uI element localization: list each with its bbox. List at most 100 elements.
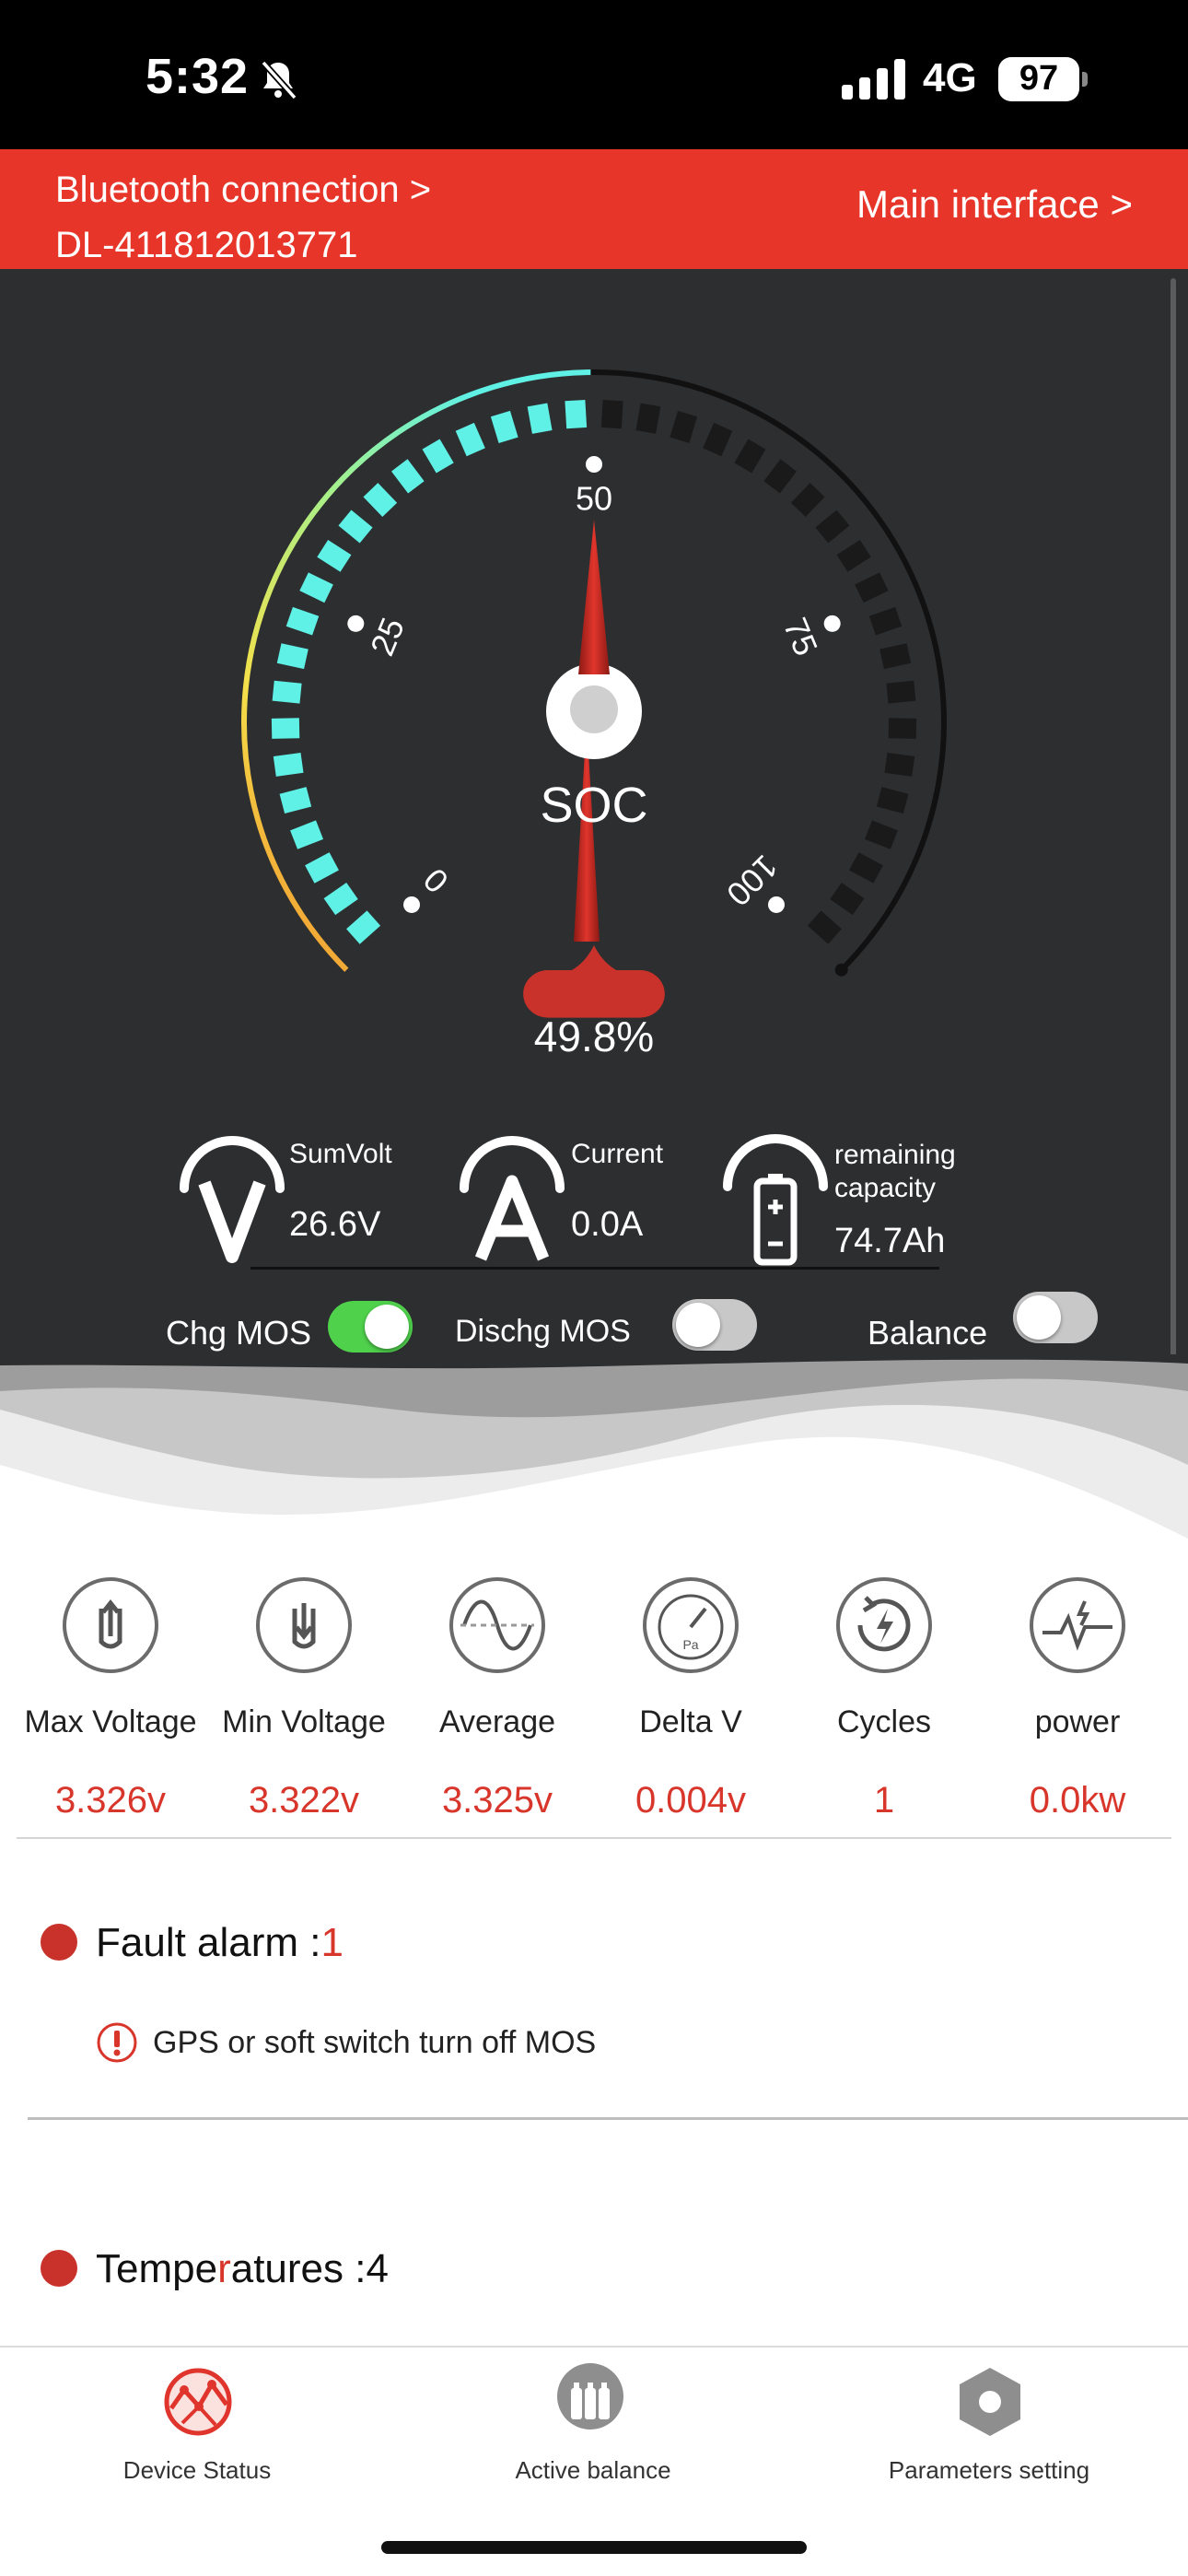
max-voltage-icon: [63, 1577, 158, 1673]
current-value: 0.0A: [571, 1205, 644, 1244]
gauge-segment: [864, 820, 898, 849]
sumvolt-label: SumVolt: [289, 1139, 392, 1169]
gauge-tick-label: 50: [576, 480, 612, 518]
dischg-mos-toggle[interactable]: [672, 1299, 757, 1351]
gauge-tick-label: 25: [363, 613, 412, 662]
gauge-needle: [546, 520, 642, 942]
capacity-icon: [723, 1134, 828, 1266]
signal-icon: [842, 59, 905, 100]
gauge-segment: [876, 787, 909, 814]
nav-parameters-setting[interactable]: Parameters setting: [805, 2348, 1173, 2495]
temperatures-title[interactable]: Temperatures :4: [96, 2246, 389, 2292]
stat-value: 1: [873, 1780, 895, 1821]
gauge-panel: 0 25 50 75 100 SOC 49.8% SumVolt 26.6V Curre…: [0, 269, 1188, 1540]
gauge-segment: [271, 718, 300, 739]
gauge-segment: [422, 439, 454, 474]
gauge-segment: [600, 399, 623, 429]
soc-value: 49.8%: [533, 1013, 655, 1060]
fault-alarm-title[interactable]: Fault alarm :1: [96, 1920, 344, 1966]
gauge-segment: [299, 572, 333, 603]
gauge-segment: [346, 910, 381, 944]
gauge-segment: [317, 540, 352, 572]
gauge-segment: [886, 680, 916, 704]
gauge-segment: [323, 882, 358, 916]
voltage-icon: [180, 1136, 285, 1263]
gauge-segment: [635, 403, 661, 434]
cycles-icon: [836, 1577, 932, 1673]
stat-value: 3.326v: [54, 1780, 167, 1821]
nav-active-balance[interactable]: Active balance: [409, 2348, 777, 2495]
gauge-segment: [290, 820, 324, 849]
temperatures-title-part1: Tempe: [96, 2246, 218, 2291]
gauge-segment: [305, 852, 339, 884]
alert-icon: [97, 2022, 137, 2063]
gauge-segment: [527, 403, 553, 434]
stat-value: 3.322v: [248, 1780, 360, 1821]
gauge-segment: [830, 882, 865, 916]
status-bar: 5:32 4G 97: [0, 0, 1188, 149]
main-interface-link[interactable]: Main interface >: [856, 182, 1133, 227]
temperatures-dot: [41, 2250, 77, 2287]
home-indicator: [381, 2541, 807, 2554]
stat-label: Max Voltage: [24, 1704, 197, 1739]
gauge-segment: [490, 410, 518, 443]
gauge-segment: [338, 509, 373, 544]
chg-mos-toggle[interactable]: [328, 1301, 413, 1352]
nav-device-status[interactable]: Device Status: [13, 2348, 381, 2495]
capacity-label: remaining capacity: [834, 1139, 956, 1205]
bluetooth-connection-link[interactable]: Bluetooth connection > DL-411812013771: [55, 162, 431, 273]
gauge-tick-dot: [767, 896, 785, 913]
gauge-segment: [763, 459, 798, 494]
gauge-segment: [888, 718, 917, 739]
nav-device-status-label: Device Status: [122, 2456, 272, 2484]
temperatures-title-part3: atures :4: [230, 2246, 389, 2291]
fault-alarm-count: 1: [320, 1920, 344, 1965]
gauge-segment: [279, 787, 312, 814]
capacity-label-line2: capacity: [834, 1173, 937, 1203]
dischg-mos-label: Dischg MOS: [455, 1314, 631, 1349]
gauge-segment: [670, 410, 698, 443]
gauge-segment: [390, 459, 425, 494]
gauge-arc-end: [834, 963, 848, 977]
active-balance-icon: [557, 2363, 623, 2430]
gauge-tick-label: 75: [776, 613, 825, 662]
network-label: 4G: [923, 55, 977, 100]
fault-alarm-label: Fault alarm :: [96, 1920, 321, 1965]
gauge-tick-dot: [403, 896, 421, 913]
device-status-icon: [164, 2368, 232, 2436]
nav-active-balance-label: Active balance: [515, 2456, 671, 2484]
header-bar: Bluetooth connection > DL-411812013771 M…: [0, 149, 1188, 269]
fault-dot: [41, 1924, 77, 1961]
gauge-segment: [790, 483, 825, 517]
stat-value: 0.0kw: [1029, 1780, 1126, 1821]
stat-value: 3.325v: [441, 1780, 553, 1821]
min-voltage-icon: [256, 1577, 352, 1673]
balance-label: Balance: [868, 1314, 988, 1352]
gauge-segment: [272, 680, 302, 704]
gauge-segment: [565, 399, 588, 429]
gauge-tick-label: 0: [416, 861, 456, 900]
scroll-indicator: [1171, 278, 1176, 1402]
gauge-segment: [703, 422, 733, 457]
gauge-tick-dot: [347, 615, 365, 632]
gauge-segment: [855, 572, 889, 603]
current-label: Current: [571, 1139, 664, 1169]
power-icon: [1030, 1577, 1125, 1673]
battery-level: 97: [1019, 59, 1059, 98]
chg-mos-label: Chg MOS: [166, 1314, 312, 1352]
temperatures-title-part2: r: [217, 2246, 231, 2291]
gauge-tick-dot: [586, 456, 602, 473]
gauge-tick-dot: [823, 615, 841, 632]
current-icon: [460, 1136, 565, 1261]
gauge-segment: [455, 422, 485, 457]
nav-parameters-setting-label: Parameters setting: [888, 2456, 1090, 2484]
gauge-segment: [849, 852, 883, 884]
status-time: 5:32: [146, 49, 250, 104]
stats-divider: [17, 1837, 1171, 1839]
capacity-value: 74.7Ah: [834, 1222, 946, 1260]
balance-toggle[interactable]: [1013, 1292, 1098, 1343]
battery-icon: 97: [998, 57, 1088, 101]
metrics-underline: [250, 1267, 939, 1270]
average-icon: [449, 1577, 545, 1673]
wave-decoration: [0, 1354, 1188, 1548]
